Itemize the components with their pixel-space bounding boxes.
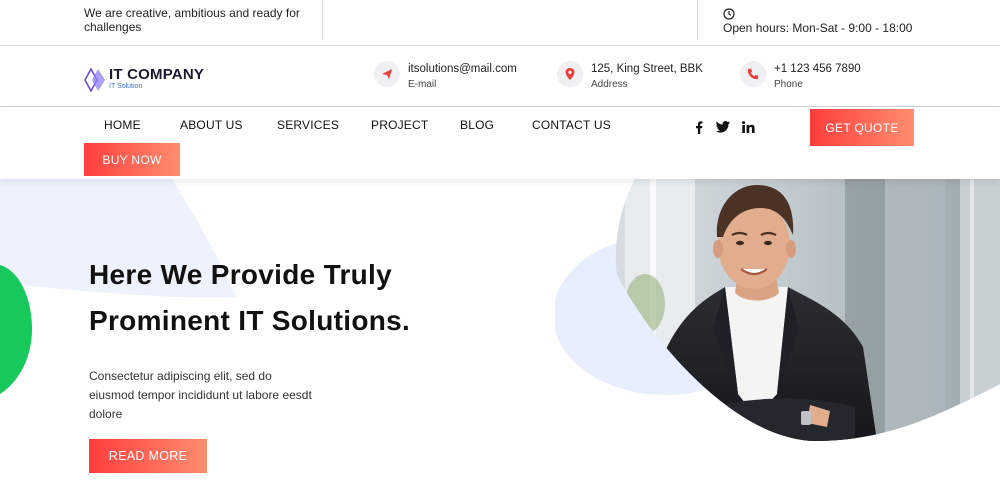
read-more-button[interactable]: READ MORE — [89, 439, 207, 473]
top-bar: We are creative, ambitious and ready for… — [0, 0, 1000, 46]
linkedin-icon[interactable] — [741, 120, 755, 134]
tagline: We are creative, ambitious and ready for… — [84, 6, 300, 34]
hero-section: Here We Provide Truly Prominent IT Solut… — [0, 179, 1000, 500]
contact-phone-value: +1 123 456 7890 — [774, 63, 861, 75]
brand-name: IT COMPANY — [109, 66, 205, 83]
brand-subtitle: IT Solution — [109, 83, 143, 90]
site-header: IT COMPANY IT Solution itsolutions@mail.… — [0, 46, 1000, 107]
contact-email-label: E-mail — [408, 79, 437, 90]
contact-phone-label: Phone — [774, 79, 803, 90]
nav-item-about-us[interactable]: ABOUT US — [180, 118, 243, 132]
nav-item-home[interactable]: HOME — [104, 118, 141, 132]
hero-title: Here We Provide Truly Prominent IT Solut… — [89, 252, 410, 344]
contact-address-value: 125, King Street, BBK — [591, 63, 703, 75]
hero-description: Consectetur adipiscing elit, sed do eius… — [89, 369, 312, 421]
contact-address-label: Address — [591, 79, 628, 90]
divider — [697, 0, 698, 40]
hero-image — [553, 179, 1000, 500]
buy-now-button[interactable]: BUY NOW — [84, 143, 180, 176]
nav-item-project[interactable]: PROJECT — [371, 118, 428, 132]
divider — [322, 0, 323, 40]
send-icon — [382, 69, 392, 79]
logo-icon — [84, 68, 105, 92]
opening-hours-text: Open hours: Mon-Sat - 9:00 - 18:00 — [723, 21, 913, 35]
icon-circle — [557, 61, 583, 87]
twitter-icon[interactable] — [716, 120, 730, 134]
icon-circle — [374, 61, 400, 87]
nav-item-contact-us[interactable]: CONTACT US — [532, 118, 611, 132]
facebook-icon[interactable] — [692, 120, 706, 134]
opening-hours: Open hours: Mon-Sat - 9:00 - 18:00 — [723, 8, 912, 35]
main-nav: HOME ABOUT US SERVICES PROJECT BLOG CONT… — [0, 107, 1000, 179]
clock-icon — [723, 8, 735, 20]
contact-email-value: itsolutions@mail.com — [408, 63, 517, 75]
nav-item-blog[interactable]: BLOG — [460, 118, 494, 132]
icon-circle — [740, 61, 766, 87]
hero-title-line1: Here We Provide Truly — [89, 259, 393, 290]
hero-title-line2: Prominent IT Solutions. — [89, 305, 411, 336]
location-pin-icon — [565, 68, 575, 80]
person-photo — [553, 179, 1000, 441]
nav-item-services[interactable]: SERVICES — [277, 118, 339, 132]
get-quote-button[interactable]: GET QUOTE — [810, 109, 914, 146]
phone-icon — [747, 68, 759, 80]
